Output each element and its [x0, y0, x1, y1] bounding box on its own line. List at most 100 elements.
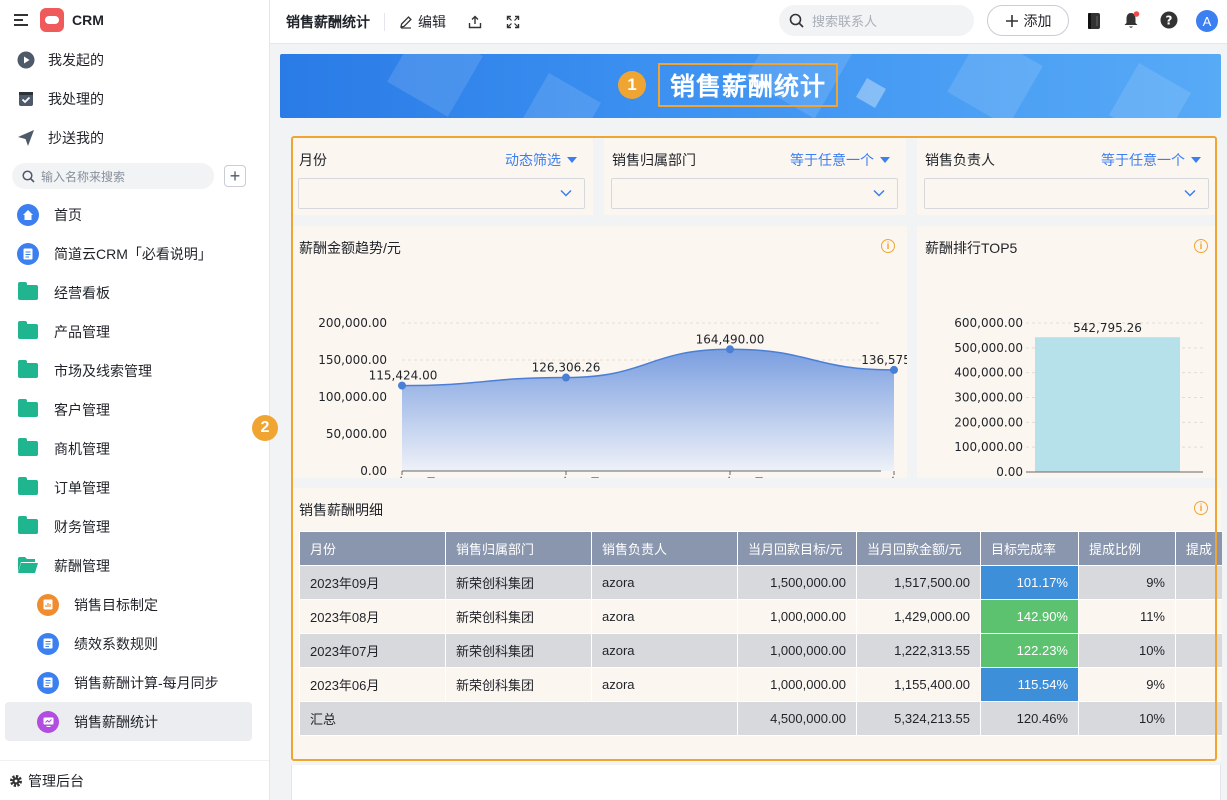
table-cell: 1,000,000.00	[737, 599, 857, 634]
help-button[interactable]: ?	[1160, 11, 1178, 29]
svg-text:?: ?	[1166, 14, 1173, 28]
nav-item-dashboard[interactable]: 经营看板	[0, 273, 269, 312]
admin-console-label: 管理后台	[28, 772, 84, 789]
search-icon	[789, 13, 804, 28]
avatar[interactable]: A	[1196, 10, 1218, 32]
sub-item-performance-rules[interactable]: 绩效系数规则	[0, 624, 269, 663]
column-header[interactable]: 当月回款目标/元	[737, 531, 857, 566]
y-tick-label: 200,000.00	[318, 316, 387, 330]
column-header[interactable]: 目标完成率	[980, 531, 1079, 566]
owner-select[interactable]	[924, 178, 1209, 209]
filter-mode-dropdown[interactable]: 等于任意一个	[790, 150, 890, 170]
column-header[interactable]: 销售负责人	[591, 531, 738, 566]
contact-search-input[interactable]: 搜索联系人	[779, 5, 974, 36]
completion-rate-cell: 142.90%	[980, 599, 1079, 634]
column-header[interactable]: 当月回款金额/元	[856, 531, 981, 566]
table-cell: 2023年08月	[299, 599, 446, 634]
admin-console-link[interactable]: 管理后台	[0, 760, 269, 800]
quick-item-cc[interactable]: 抄送我的	[0, 118, 269, 157]
folder-icon	[17, 282, 39, 304]
completion-rate-cell: 122.23%	[980, 633, 1079, 668]
nav-item-label: 客户管理	[54, 401, 110, 418]
filter-mode-dropdown[interactable]: 动态筛选	[505, 150, 577, 170]
data-label: 542,795.26	[1073, 321, 1142, 335]
folder-icon	[17, 360, 39, 382]
edit-button[interactable]: 编辑	[399, 12, 446, 32]
notebook-button[interactable]	[1086, 12, 1102, 30]
column-header[interactable]: 销售归属部门	[445, 531, 592, 566]
send-icon	[17, 129, 35, 147]
nav-item-compensation[interactable]: 薪酬管理	[0, 546, 269, 585]
sub-item-salary-calc[interactable]: 销售薪酬计算-每月同步	[0, 663, 269, 702]
filter-mode-dropdown[interactable]: 等于任意一个	[1101, 150, 1201, 170]
folder-icon	[17, 399, 39, 421]
month-select[interactable]	[298, 178, 585, 209]
page-title: 销售薪酬统计	[286, 13, 370, 30]
quick-item-handled[interactable]: 我处理的	[0, 79, 269, 118]
department-select[interactable]	[611, 178, 898, 209]
pencil-icon	[400, 15, 412, 29]
table-cell: 新荣创科集团	[445, 599, 592, 634]
filter-mode-label: 动态筛选	[505, 152, 561, 168]
sub-item-sales-target[interactable]: 销售目标制定	[0, 585, 269, 624]
column-header[interactable]: 提成	[1175, 531, 1222, 566]
nav-item-guide[interactable]: 简道云CRM「必看说明」	[0, 234, 269, 273]
salary-detail-card: 销售薪酬明细 i 月份 销售归属部门 销售负责人 当月回款目标/元 当月回款金额…	[291, 488, 1222, 762]
fullscreen-button[interactable]	[506, 15, 520, 29]
add-item-button[interactable]: +	[224, 165, 246, 187]
data-label: 136,575	[861, 353, 907, 367]
salary-detail-table: 月份 销售归属部门 销售负责人 当月回款目标/元 当月回款金额/元 目标完成率 …	[299, 531, 1222, 776]
sub-item-salary-stats[interactable]: 销售薪酬统计	[5, 702, 252, 741]
chevron-down-icon	[873, 189, 885, 197]
notifications-button[interactable]	[1123, 11, 1140, 30]
search-icon	[22, 169, 35, 183]
series-area	[402, 349, 894, 471]
table-cell: 1,429,000.00	[856, 599, 981, 634]
next-widget-card	[291, 765, 1221, 800]
column-header[interactable]: 提成比例	[1078, 531, 1176, 566]
crm-logo-icon	[40, 8, 64, 32]
y-tick-label: 100,000.00	[954, 440, 1023, 454]
nav-item-products[interactable]: 产品管理	[0, 312, 269, 351]
notebook-icon	[1088, 13, 1100, 29]
nav-item-opportunities[interactable]: 商机管理	[0, 429, 269, 468]
nav-item-label: 薪酬管理	[54, 557, 110, 574]
info-icon[interactable]: i	[1194, 501, 1208, 515]
data-point	[562, 373, 570, 382]
sidebar-search-input[interactable]: 输入名称来搜索	[12, 163, 214, 189]
menu-toggle-icon[interactable]	[14, 11, 28, 29]
x-tick-label: 2023年0	[859, 476, 907, 478]
quick-item-initiated[interactable]: 我发起的	[0, 40, 269, 79]
column-header[interactable]: 月份	[299, 531, 446, 566]
add-button[interactable]: 添加	[987, 5, 1069, 36]
table-cell: 1,155,400.00	[856, 667, 981, 702]
table-cell: 新荣创科集团	[445, 565, 592, 600]
nav-item-label: 简道云CRM「必看说明」	[54, 245, 212, 262]
banner-decoration	[387, 54, 483, 117]
nav-item-home[interactable]: 首页	[0, 195, 269, 234]
nav-item-finance[interactable]: 财务管理	[0, 507, 269, 546]
filter-department: 销售归属部门 等于任意一个	[604, 138, 906, 215]
sub-item-label: 销售目标制定	[74, 596, 158, 613]
data-label: 126,306.26	[532, 361, 601, 375]
sub-item-label: 销售薪酬计算-每月同步	[74, 674, 219, 691]
y-tick-label: 100,000.00	[318, 390, 387, 404]
nav-item-marketing[interactable]: 市场及线索管理	[0, 351, 269, 390]
table-cell: 11	[1175, 667, 1222, 702]
folder-icon	[17, 321, 39, 343]
table-cell: 1,500,000.00	[737, 565, 857, 600]
filter-mode-label: 等于任意一个	[790, 152, 874, 168]
table-cell: azora	[591, 565, 738, 600]
share-button[interactable]	[468, 15, 482, 29]
nav-item-orders[interactable]: 订单管理	[0, 468, 269, 507]
caret-down-icon	[1191, 157, 1201, 163]
document-icon	[37, 632, 59, 655]
gear-icon	[10, 774, 22, 787]
table-cell: 1,000,000.00	[737, 633, 857, 668]
nav-item-label: 首页	[54, 206, 82, 223]
divider	[384, 12, 385, 31]
add-label: 添加	[1023, 12, 1052, 29]
quick-item-label: 抄送我的	[48, 129, 104, 146]
table-cell: azora	[591, 667, 738, 702]
nav-item-customers[interactable]: 客户管理	[0, 390, 269, 429]
